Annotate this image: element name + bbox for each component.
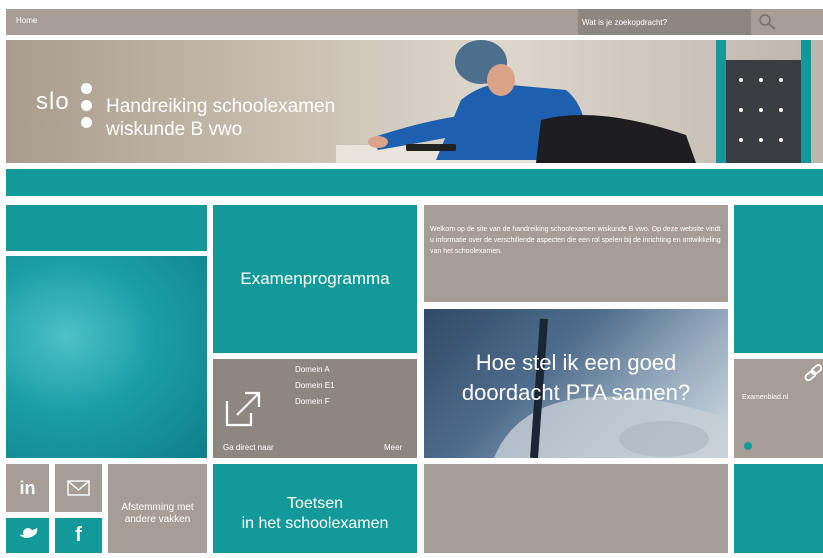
tile-toetsen[interactable]: Toetsen in het schoolexamen <box>213 464 417 553</box>
external-link-icon <box>225 391 261 427</box>
search-icon[interactable] <box>751 9 823 35</box>
header-banner: slo Handreiking schoolexamen wiskunde B … <box>6 40 823 163</box>
top-navigation-bar: Home <box>6 9 823 35</box>
tile-ga-direct-naar: Domein A Domein E1 Domein F Ga direct na… <box>213 359 417 458</box>
ga-direct-naar-label: Ga direct naar <box>223 443 274 452</box>
tile-toetsen-line-1: Toetsen <box>286 495 344 512</box>
logo-dot <box>81 83 92 94</box>
tile-toetsen-line-2: in het schoolexamen <box>241 515 389 532</box>
tile-examenprogramma-label: Examenprogramma <box>240 269 390 288</box>
examenblad-link: Examenblad.nl <box>742 394 789 401</box>
tile-examenblad[interactable]: Examenblad.nl <box>734 359 823 458</box>
facebook-icon[interactable]: f <box>55 518 102 553</box>
search-box <box>578 9 751 35</box>
linkedin-icon[interactable]: in <box>6 464 49 512</box>
meer-link[interactable]: Meer <box>384 443 402 452</box>
tile-teal-small <box>6 205 207 251</box>
tile-teal-right-top <box>734 205 823 353</box>
site-title-line-1: Handreiking schoolexamen <box>106 96 336 117</box>
twitter-icon[interactable] <box>6 518 49 553</box>
logo-dot <box>81 100 92 111</box>
slo-logo[interactable]: slo <box>36 88 70 116</box>
link-chain-icon <box>804 364 823 382</box>
tile-teal-right-bottom <box>734 464 823 553</box>
tile-examenprogramma[interactable]: Examenprogramma <box>213 205 417 353</box>
link-domein-a[interactable]: Domein A <box>295 365 330 374</box>
tile-afstemming[interactable]: Afstemming met andere vakken <box>108 464 207 553</box>
logo-dot <box>81 117 92 128</box>
site-title-line-2: wiskunde B vwo <box>106 119 243 140</box>
link-domein-f[interactable]: Domein F <box>295 397 330 406</box>
pta-title: Hoe stel ik een goed doordacht PTA samen… <box>461 350 691 405</box>
email-icon[interactable] <box>55 464 102 512</box>
tile-taupe-bottom <box>424 464 728 553</box>
water-image-tile <box>6 256 207 458</box>
welcome-text-tile: Welkom op de site van de handreiking sch… <box>424 205 728 302</box>
teal-divider-strip <box>6 169 823 196</box>
home-link[interactable]: Home <box>16 16 37 25</box>
indicator-dot <box>744 442 752 450</box>
search-input[interactable] <box>578 9 751 35</box>
tile-pta[interactable]: Hoe stel ik een goed doordacht PTA samen… <box>424 309 728 458</box>
link-domein-e1[interactable]: Domein E1 <box>295 381 335 390</box>
